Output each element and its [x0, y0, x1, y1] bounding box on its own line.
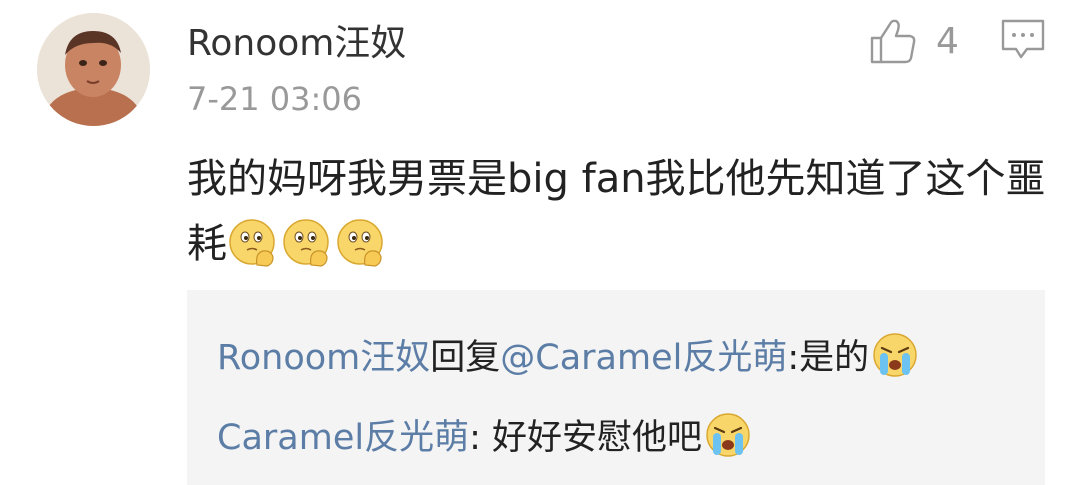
reply-action: 回复	[430, 338, 501, 378]
reply-item[interactable]: Caramel反光萌: 好好安慰他吧	[217, 410, 752, 466]
comment-author-name[interactable]: Ronoom汪奴	[187, 16, 406, 72]
reply-author[interactable]: Caramel反光萌	[217, 418, 469, 458]
comment-text: 我的妈呀我男票是big fan我比他先知道了这个噩耗	[187, 147, 1052, 277]
reply-item[interactable]: Ronoom汪奴回复@Caramel反光萌:是的	[217, 330, 919, 386]
comment-bubble-icon[interactable]	[1000, 18, 1046, 62]
thinking-face-emoji	[281, 217, 331, 267]
comment-timestamp: 7-21 03:06	[187, 80, 363, 118]
reply-text: 是的	[799, 338, 870, 378]
crying-face-emoji	[704, 411, 752, 459]
reply-list: Ronoom汪奴回复@Caramel反光萌:是的 Caramel反光萌: 好好安…	[187, 290, 1045, 485]
reply-author[interactable]: Ronoom汪奴	[217, 338, 430, 378]
reply-separator: :	[469, 418, 492, 458]
avatar[interactable]	[37, 13, 150, 126]
reply-separator: :	[787, 338, 800, 378]
thinking-face-emoji	[227, 217, 277, 267]
thinking-face-emoji	[335, 217, 385, 267]
baby-photo-avatar-image	[37, 13, 150, 126]
reply-mention[interactable]: @Caramel反光萌	[500, 338, 787, 378]
crying-face-emoji	[871, 331, 919, 379]
reply-text: 好好安慰他吧	[492, 418, 703, 458]
thumbs-up-icon[interactable]	[868, 16, 918, 66]
like-count: 4	[936, 21, 959, 62]
